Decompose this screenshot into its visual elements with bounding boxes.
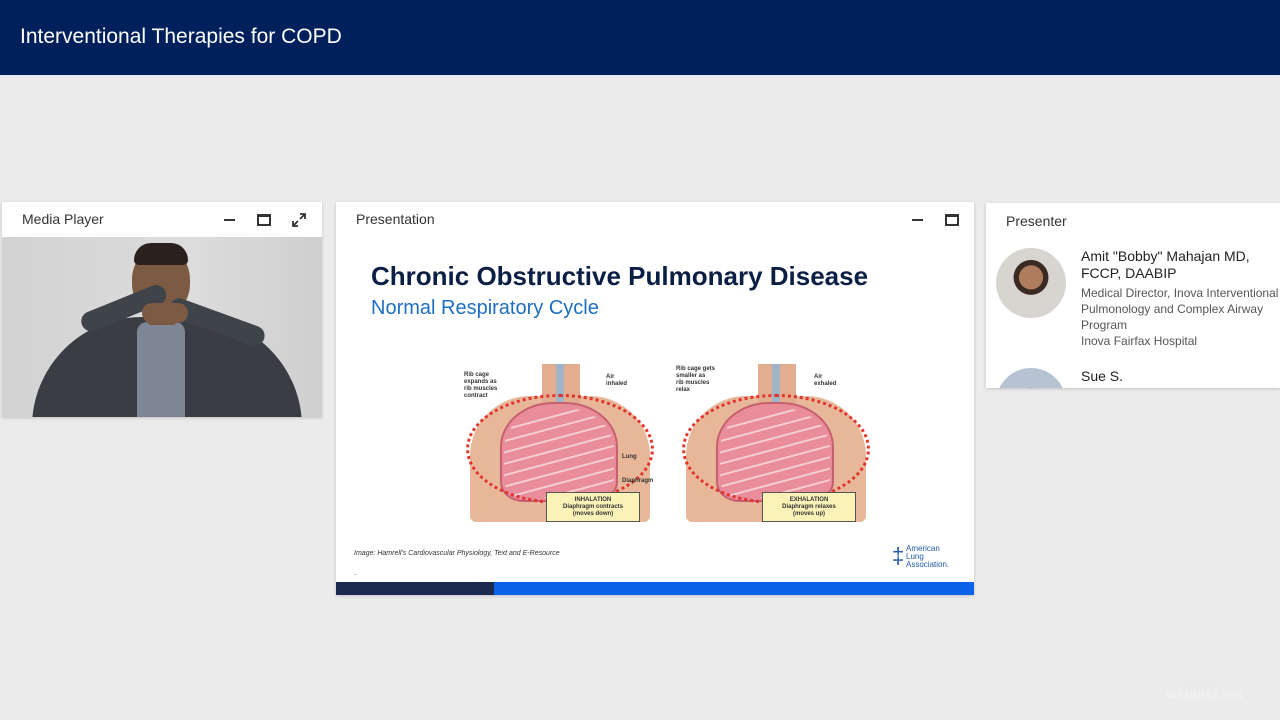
slide-footer-bar-blue [494,582,974,595]
logo-text: American Lung Association. [906,544,950,569]
exhalation-caption: EXHALATION Diaphragm relaxes (moves up) [762,492,856,522]
presenter-organization: Inova Fairfax Hospital [1081,334,1198,348]
presenter-role: Medical Director, Inova Interventional P… [1081,285,1280,349]
slide-footer-bar-dark [336,582,494,595]
contraction-arrows [682,394,870,504]
media-player-header: Media Player [2,202,322,237]
presenter-panel-title: Presenter [1006,213,1067,229]
minimize-icon [223,219,235,221]
window-icon [945,214,959,226]
expand-icon [292,213,306,227]
avatar [996,248,1066,318]
webinar-branding: Delivered by webinar.net [1166,678,1243,702]
figure-label: Lung [622,454,637,460]
fullscreen-button[interactable] [289,210,309,230]
slide-title: Chronic Obstructive Pulmonary Disease [371,261,869,291]
minimize-icon [911,219,923,221]
top-bar: Interventional Therapies for COPD [0,0,1280,75]
branding-line: Delivered by [1182,678,1227,687]
avatar [996,368,1066,388]
image-credit: Image: Hamrell's Cardiovascular Physiolo… [354,550,560,557]
presentation-title: Presentation [356,211,435,227]
video-feed[interactable] [2,237,322,417]
presenter-panel: Presenter Amit "Bobby" Mahajan MD, FCCP,… [986,203,1280,388]
slide-subtitle: Normal Respiratory Cycle [371,297,599,319]
slide-dot: . [354,568,357,577]
lung-cross-icon: ‡ [892,543,905,568]
exhalation-figure: Rib cage gets smaller as rib muscles rel… [676,364,876,522]
minimize-button[interactable] [219,210,239,230]
media-player-title: Media Player [22,211,104,227]
figure-label: Rib cage gets smaller as rib muscles rel… [676,366,716,393]
figure-label: Rib cage expands as rib muscles contract [464,372,498,399]
presentation-panel: Presentation Chronic Obstructive Pulmona… [336,202,974,595]
presenter-name: Amit "Bobby" Mahajan MD, FCCP, DAABIP [1081,248,1250,281]
window-button[interactable] [254,210,274,230]
minimize-button[interactable] [907,210,927,230]
window-icon [257,214,271,226]
figure-label: Air inhaled [606,374,628,387]
media-player-panel: Media Player [2,202,322,417]
presenter-title: Medical Director, Inova Interventional P… [1081,286,1279,332]
window-button[interactable] [942,210,962,230]
presenter-name: Sue S. [1081,368,1124,384]
figure-label: Diaphragm [622,478,654,484]
figure-label: Air exhaled [814,374,837,387]
branding-logo: webinar.net [1166,687,1244,702]
american-lung-association-logo: ‡ American Lung Association. [892,544,962,570]
expansion-arrows [466,394,654,504]
presentation-header: Presentation [336,202,974,237]
inhalation-figure: Rib cage expands as rib muscles contract… [460,364,660,522]
inhalation-caption: INHALATION Diaphragm contracts (moves do… [546,492,640,522]
webinar-title: Interventional Therapies for COPD [20,25,342,48]
